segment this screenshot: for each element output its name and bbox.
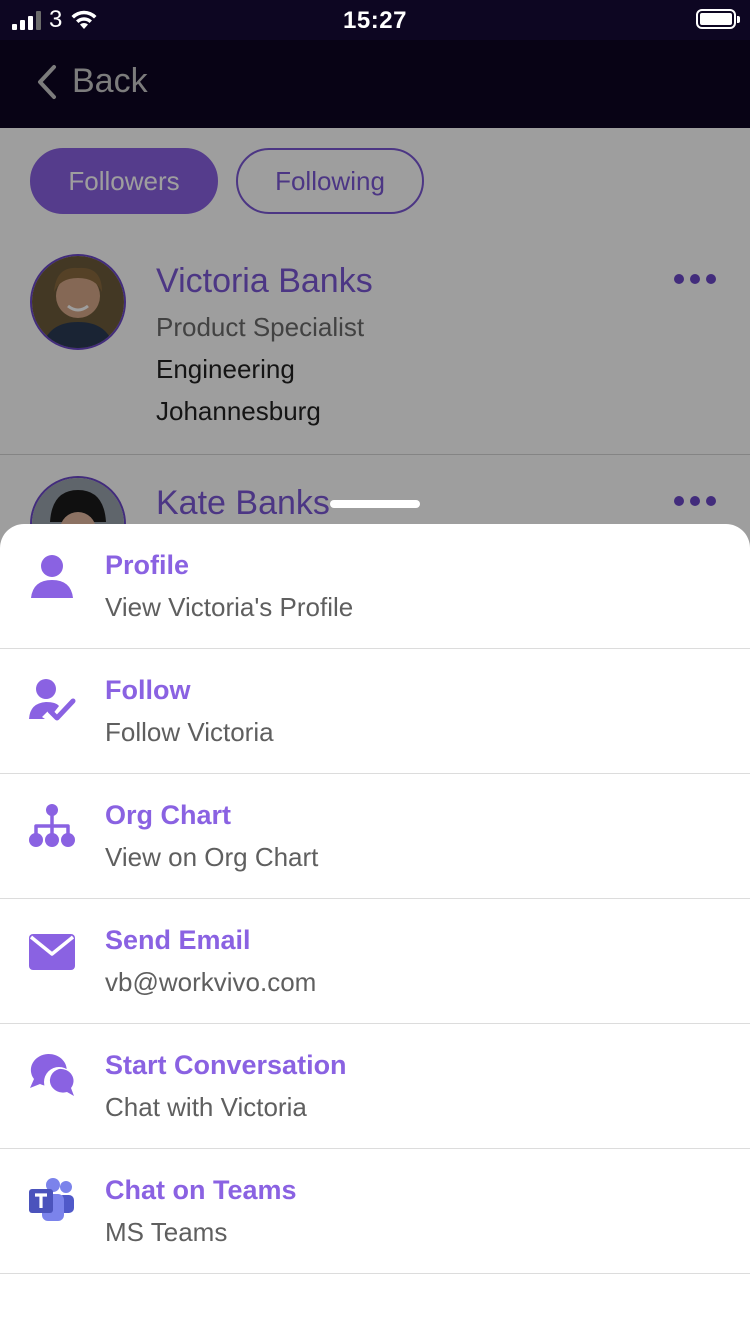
action-subtitle: View on Org Chart — [105, 842, 319, 872]
action-subtitle: Follow Victoria — [105, 717, 274, 747]
person-check-icon — [28, 677, 76, 725]
org-chart-icon — [28, 802, 76, 850]
action-sheet: Profile View Victoria's Profile Follow F… — [0, 524, 750, 1334]
action-subtitle: MS Teams — [105, 1217, 228, 1247]
action-profile[interactable]: Profile View Victoria's Profile — [0, 524, 750, 649]
action-start-conversation[interactable]: Start Conversation Chat with Victoria — [0, 1024, 750, 1149]
action-chat-on-teams[interactable]: Chat on Teams MS Teams — [0, 1149, 750, 1274]
sheet-grabber[interactable] — [330, 500, 420, 508]
action-title: Start Conversation — [105, 1050, 347, 1080]
action-title: Send Email — [105, 925, 251, 955]
chat-bubbles-icon — [28, 1052, 76, 1100]
battery-icon — [696, 9, 740, 29]
action-title: Org Chart — [105, 800, 232, 830]
action-title: Chat on Teams — [105, 1175, 297, 1205]
action-org-chart[interactable]: Org Chart View on Org Chart — [0, 774, 750, 899]
action-title: Follow — [105, 675, 191, 705]
person-icon — [28, 552, 76, 600]
action-subtitle: vb@workvivo.com — [105, 967, 317, 997]
ms-teams-icon — [28, 1177, 76, 1225]
action-follow[interactable]: Follow Follow Victoria — [0, 649, 750, 774]
status-bar: 3 15:27 — [0, 0, 750, 40]
envelope-icon — [28, 927, 76, 975]
action-subtitle: Chat with Victoria — [105, 1092, 307, 1122]
clock: 15:27 — [343, 7, 407, 34]
action-subtitle: View Victoria's Profile — [105, 592, 354, 622]
action-send-email[interactable]: Send Email vb@workvivo.com — [0, 899, 750, 1024]
action-title: Profile — [105, 550, 190, 580]
